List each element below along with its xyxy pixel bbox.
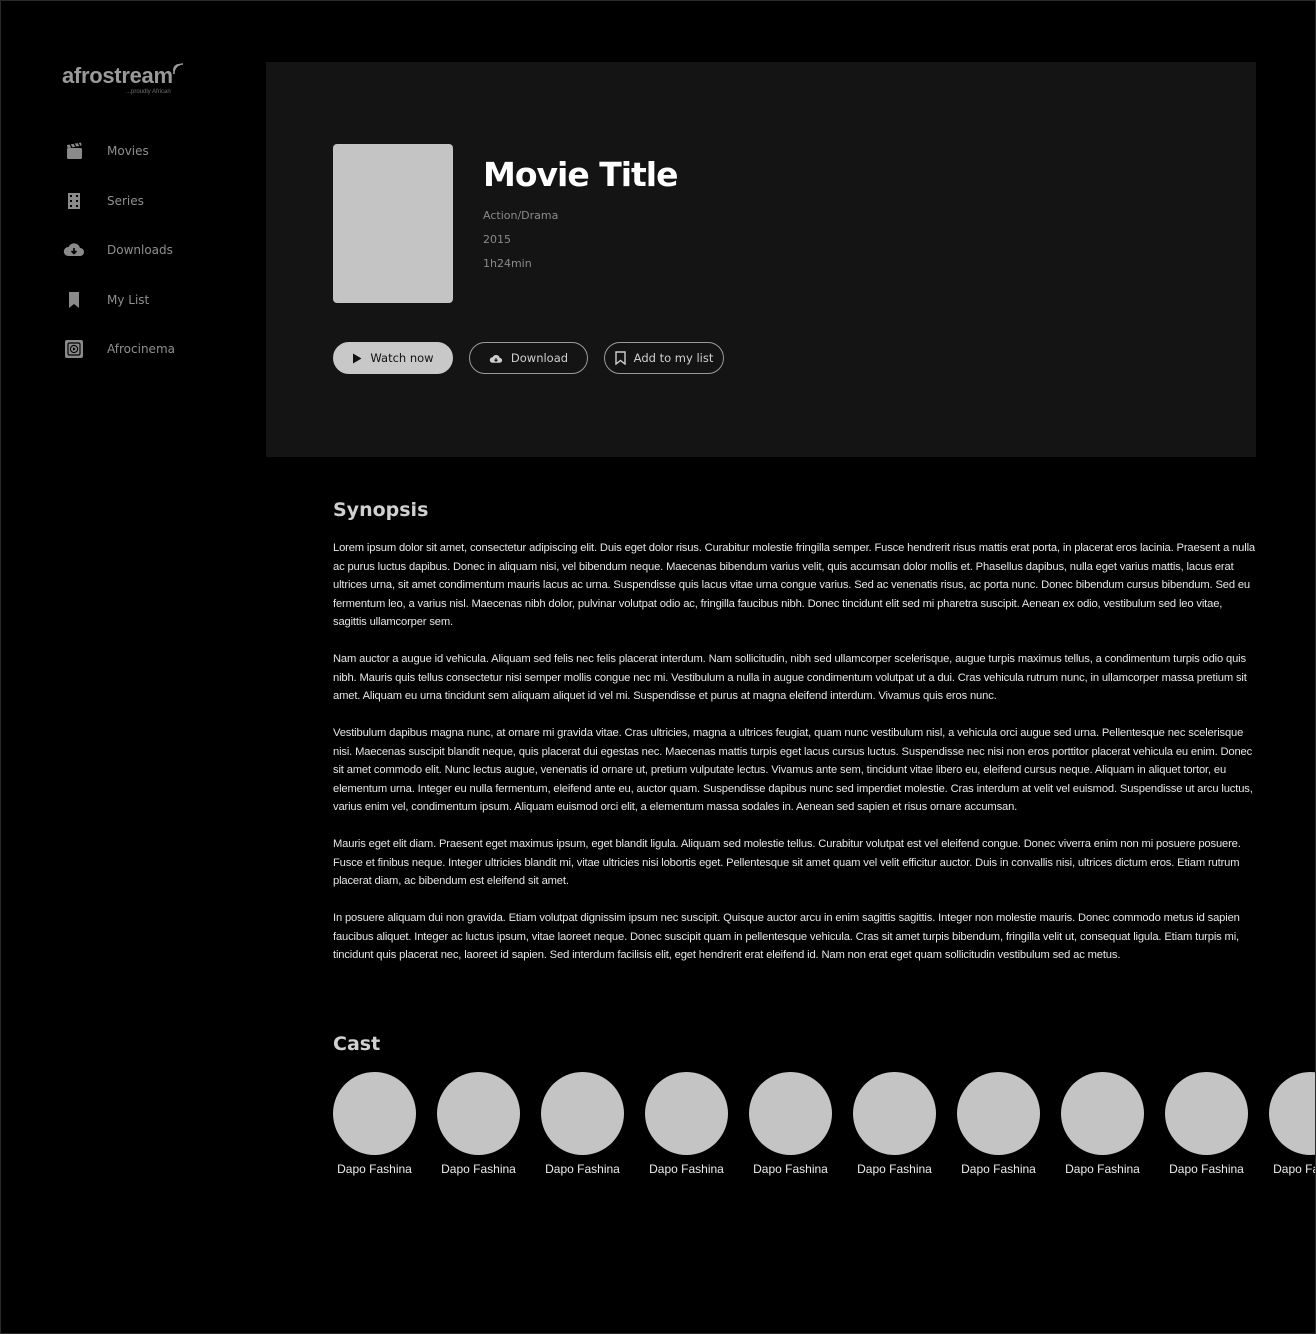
watch-now-label: Watch now xyxy=(370,351,434,365)
movie-title: Movie Title xyxy=(483,155,678,194)
cast-member-name: Dapo Fashina xyxy=(857,1162,932,1176)
sidebar-nav: Movies Series Downloads My List Afrocine… xyxy=(62,139,242,387)
avatar xyxy=(437,1072,520,1155)
cast-member[interactable]: Dapo Fashina xyxy=(333,1072,416,1176)
film-strip-icon xyxy=(62,189,86,213)
sidebar-item-movies[interactable]: Movies xyxy=(62,139,242,189)
avatar xyxy=(749,1072,832,1155)
synopsis-paragraph: In posuere aliquam dui non gravida. Etia… xyxy=(333,912,1240,961)
avatar xyxy=(645,1072,728,1155)
sidebar-item-label: Afrocinema xyxy=(107,342,175,356)
sidebar-item-series[interactable]: Series xyxy=(62,189,242,239)
cast-heading: Cast xyxy=(333,1033,381,1055)
avatar xyxy=(1165,1072,1248,1155)
sidebar-item-label: Series xyxy=(107,193,144,208)
sidebar-item-afrocinema[interactable]: Afrocinema xyxy=(62,337,242,387)
movie-hero: Movie Title Action/Drama 2015 1h24min Wa… xyxy=(266,62,1256,457)
cast-member[interactable]: Dapo Fashina xyxy=(541,1072,624,1176)
cast-member[interactable]: Dapo Fashina xyxy=(1269,1072,1315,1176)
cast-member-name: Dapo Fashina xyxy=(1065,1162,1140,1176)
cast-member-name: Dapo Fashina xyxy=(441,1162,516,1176)
synopsis-paragraph: Nam auctor a augue id vehicula. Aliquam … xyxy=(333,653,1247,702)
synopsis-body: Lorem ipsum dolor sit amet, consectetur … xyxy=(333,539,1257,983)
movie-genre: Action/Drama xyxy=(483,209,559,222)
synopsis-paragraph: Mauris eget elit diam. Praesent eget max… xyxy=(333,838,1241,887)
cast-member-name: Dapo Fashina xyxy=(337,1162,412,1176)
sidebar-item-my-list[interactable]: My List xyxy=(62,288,242,338)
cloud-download-icon xyxy=(489,354,503,363)
cast-member[interactable]: Dapo Fashina xyxy=(645,1072,728,1176)
cast-member[interactable]: Dapo Fashina xyxy=(957,1072,1040,1176)
cast-list: Dapo Fashina Dapo Fashina Dapo Fashina D… xyxy=(333,1072,1315,1192)
cast-member[interactable]: Dapo Fashina xyxy=(437,1072,520,1176)
movie-poster xyxy=(333,144,453,303)
cast-member[interactable]: Dapo Fashina xyxy=(1061,1072,1144,1176)
brand-logo[interactable]: afrostream ...proudly African xyxy=(62,63,202,103)
sidebar-item-downloads[interactable]: Downloads xyxy=(62,238,242,288)
cast-member-name: Dapo Fashina xyxy=(1273,1162,1315,1176)
app-window: afrostream ...proudly African Movies Ser… xyxy=(0,0,1316,1334)
download-label: Download xyxy=(510,351,569,365)
movie-duration: 1h24min xyxy=(483,257,532,270)
avatar xyxy=(1269,1072,1315,1155)
play-icon xyxy=(353,353,362,363)
download-button[interactable]: Download xyxy=(469,342,588,374)
cast-member[interactable]: Dapo Fashina xyxy=(1165,1072,1248,1176)
cast-member-name: Dapo Fashina xyxy=(1169,1162,1244,1176)
cast-member-name: Dapo Fashina xyxy=(753,1162,828,1176)
avatar xyxy=(1061,1072,1144,1155)
clapperboard-icon xyxy=(62,139,86,163)
add-to-my-list-button[interactable]: Add to my list xyxy=(604,342,724,374)
sidebar-item-label: Movies xyxy=(107,144,149,158)
avatar xyxy=(541,1072,624,1155)
cast-member-name: Dapo Fashina xyxy=(649,1162,724,1176)
movie-year: 2015 xyxy=(483,233,511,246)
bookmark-outline-icon xyxy=(614,351,626,365)
watch-now-button[interactable]: Watch now xyxy=(333,342,453,374)
play-tile-icon xyxy=(62,337,86,361)
brand-name: afrostream xyxy=(62,63,173,88)
add-to-my-list-label: Add to my list xyxy=(633,351,714,365)
bookmark-icon xyxy=(62,288,86,312)
avatar xyxy=(333,1072,416,1155)
signal-arc-icon xyxy=(173,63,184,75)
cast-member[interactable]: Dapo Fashina xyxy=(853,1072,936,1176)
synopsis-heading: Synopsis xyxy=(333,499,429,521)
sidebar-item-label: Downloads xyxy=(107,243,173,257)
cast-member[interactable]: Dapo Fashina xyxy=(749,1072,832,1176)
sidebar-item-label: My List xyxy=(107,292,150,307)
avatar xyxy=(957,1072,1040,1155)
avatar xyxy=(853,1072,936,1155)
synopsis-paragraph: Lorem ipsum dolor sit amet, consectetur … xyxy=(333,542,1255,628)
cast-member-name: Dapo Fashina xyxy=(545,1162,620,1176)
brand-tagline: ...proudly African xyxy=(126,89,171,95)
cast-member-name: Dapo Fashina xyxy=(961,1162,1036,1176)
synopsis-paragraph: Vestibulum dapibus magna nunc, at ornare… xyxy=(333,727,1253,813)
cloud-download-icon xyxy=(62,238,86,262)
